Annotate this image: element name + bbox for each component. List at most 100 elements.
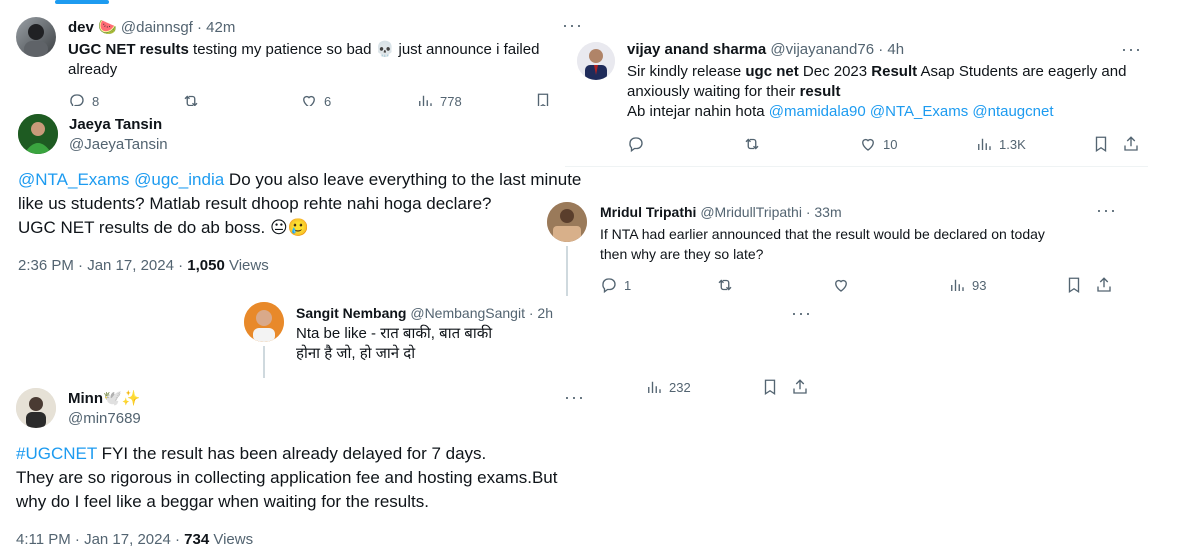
author-name[interactable]: Mridul Tripathi <box>600 204 696 220</box>
views-chart-icon <box>648 381 661 393</box>
retweet-button[interactable] <box>743 135 761 153</box>
author-handle[interactable]: @dainnsgf <box>121 19 193 36</box>
views-button[interactable]: 93 <box>948 276 986 294</box>
views-count: 734 <box>184 531 210 548</box>
bookmark-icon <box>1068 277 1080 294</box>
tweet-vijay: vijay anand sharma @vijayanand76 · 4h ··… <box>565 30 1148 167</box>
mention-mamidala90[interactable]: @mamidala90 <box>769 103 866 120</box>
tweet-text: If NTA had earlier announced that the re… <box>600 226 1045 262</box>
bookmark-button[interactable] <box>1092 135 1110 153</box>
dove-sparkle-emoji-icons: 🕊️✨ <box>103 390 141 407</box>
views-chart-icon <box>951 279 964 291</box>
like-button[interactable]: 6 <box>300 92 331 106</box>
tweet-jaeya: Jaeya Tansin @JaeyaTansin ··· @NTA_Exams… <box>0 106 592 286</box>
author-name[interactable]: Minn <box>68 390 103 407</box>
mention-ntaugcnet[interactable]: @ntaugcnet <box>972 103 1053 120</box>
bookmark-icon <box>537 93 549 106</box>
avatar-image <box>24 24 48 57</box>
heart-icon <box>303 95 315 106</box>
mention-nta-exams[interactable]: @NTA_Exams <box>870 103 968 120</box>
mention-nta-exams[interactable]: @NTA_Exams <box>18 170 129 189</box>
more-options-icon[interactable]: ··· <box>1121 40 1142 58</box>
avatar-image <box>16 388 56 428</box>
avatar-image <box>577 42 615 80</box>
author-name[interactable]: dev <box>68 19 94 36</box>
avatar[interactable] <box>244 302 284 342</box>
views-chart-icon <box>978 138 991 150</box>
post-time[interactable]: · 4h <box>878 41 904 58</box>
share-icon <box>1097 277 1111 292</box>
author-handle[interactable]: @vijayanand76 <box>770 41 874 58</box>
tweet-text: @NTA_Exams @ugc_india Do you also leave … <box>18 170 582 237</box>
more-options-icon[interactable]: ··· <box>1096 201 1117 219</box>
timestamp[interactable]: 2:36 PM · Jan 17, 2024 · <box>18 257 187 274</box>
hashtag-ugcnet[interactable]: #UGCNET <box>16 444 97 463</box>
more-options-icon[interactable]: ··· <box>791 304 812 322</box>
share-icon <box>793 379 807 394</box>
author-handle[interactable]: @NembangSangit <box>410 305 525 321</box>
timestamp[interactable]: 4:11 PM · Jan 17, 2024 · <box>16 531 184 548</box>
reply-icon <box>629 137 643 153</box>
post-time[interactable]: · 42m <box>197 19 235 36</box>
bookmark-button[interactable] <box>1065 276 1083 294</box>
heart-icon <box>862 138 874 151</box>
retweet-button[interactable] <box>716 276 734 294</box>
reply-button[interactable]: 1 <box>600 276 631 294</box>
tweet-sangit: Sangit Nembang @NembangSangit · 2h Nta b… <box>230 294 592 378</box>
bookmark-button[interactable] <box>761 378 779 396</box>
tweet-text: Nta be like - रात बाकी, बात बाकी होना है… <box>296 325 493 362</box>
views-button[interactable]: 232 <box>645 378 691 396</box>
retweet-icon <box>718 279 732 291</box>
tweet-text: Sir kindly release ugc net Dec 2023 Resu… <box>627 63 1127 120</box>
views-count: 232 <box>669 379 691 395</box>
share-icon <box>1124 136 1138 151</box>
views-button[interactable]: 778 <box>416 92 462 106</box>
heart-icon <box>835 279 847 292</box>
more-options-icon[interactable]: ··· <box>562 16 583 34</box>
mention-ugc-india[interactable]: @ugc_india <box>134 170 224 189</box>
avatar-image <box>547 202 587 242</box>
thread-line <box>566 246 568 296</box>
avatar[interactable] <box>16 388 56 428</box>
avatar[interactable] <box>577 42 615 80</box>
avatar[interactable] <box>547 202 587 242</box>
reply-icon <box>602 278 616 294</box>
reply-count: 1 <box>624 277 632 293</box>
post-time[interactable]: · 33m <box>806 204 842 220</box>
bookmark-button[interactable] <box>534 92 552 106</box>
views-chart-icon <box>419 95 432 106</box>
author-name[interactable]: Sangit Nembang <box>296 305 406 321</box>
tweet-mridul: Mridul Tripathi @MridullTripathi · 33m ·… <box>535 192 1126 302</box>
tab-indicator <box>55 0 109 4</box>
emoji-icons: 😐🥲 <box>269 218 309 237</box>
avatar[interactable] <box>16 17 56 57</box>
author-handle[interactable]: @MridullTripathi <box>700 204 802 220</box>
reply-button[interactable] <box>627 135 645 153</box>
views-button[interactable]: 1.3K <box>975 135 1026 153</box>
watermelon-emoji-icon: 🍉 <box>98 19 117 36</box>
author-name[interactable]: Jaeya Tansin <box>69 115 162 135</box>
avatar[interactable] <box>18 114 58 154</box>
bookmark-icon <box>764 379 776 396</box>
tweet-minn: Minn🕊️✨ @min7689 ··· #UGCNET FYI the res… <box>0 380 592 553</box>
like-button[interactable] <box>832 276 850 294</box>
like-count: 10 <box>883 136 898 152</box>
views-count: 1.3K <box>999 136 1026 152</box>
share-button[interactable] <box>791 378 809 396</box>
post-time[interactable]: · 2h <box>529 305 553 321</box>
author-handle[interactable]: @min7689 <box>68 409 141 429</box>
avatar-image <box>18 114 58 154</box>
tweet-text: UGC NET results testing my patience so b… <box>68 41 540 78</box>
reply-button[interactable]: 8 <box>68 92 99 106</box>
like-button[interactable]: 10 <box>859 135 897 153</box>
views-count: 1,050 <box>187 257 225 274</box>
retweet-icon <box>184 95 198 106</box>
thread-line <box>263 346 265 378</box>
more-options-icon[interactable]: ··· <box>564 388 585 406</box>
author-handle[interactable]: @JaeyaTansin <box>69 135 168 155</box>
views-count: 93 <box>972 277 987 293</box>
retweet-button[interactable] <box>182 92 200 106</box>
author-name[interactable]: vijay anand sharma <box>627 41 766 58</box>
share-button[interactable] <box>1122 135 1140 153</box>
share-button[interactable] <box>1095 276 1113 294</box>
